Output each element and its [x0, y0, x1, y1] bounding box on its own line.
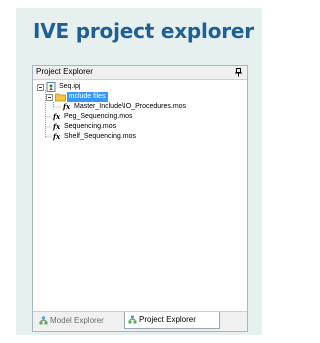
info-card: IVE project explorer Project Explorer Se…: [16, 8, 262, 335]
folder-label: include files: [67, 92, 108, 102]
tab-model-explorer[interactable]: Model Explorer: [36, 313, 121, 328]
folder-icon: [55, 93, 66, 102]
explorer-tab-bar: Model Explorer Project Explorer: [33, 311, 247, 331]
tree-row-root[interactable]: Seq.ipj: [33, 82, 233, 92]
project-explorer-icon: [128, 315, 137, 324]
model-explorer-icon: [39, 316, 48, 325]
tab-project-explorer[interactable]: Project Explorer: [124, 312, 220, 329]
tree-row-file[interactable]: fx Sequencing.mos: [33, 122, 233, 132]
card-title: IVE project explorer: [33, 19, 254, 43]
tab-project-explorer-label: Project Explorer: [139, 315, 196, 324]
fx-icon: fx: [53, 132, 61, 141]
project-explorer-panel: Project Explorer Seq.ipj include files f…: [32, 65, 248, 332]
include-file-label: Master_Include\IO_Procedures.mos: [74, 103, 187, 110]
project-root-label: Seq.ipj: [59, 83, 81, 90]
file-label: Peg_Sequencing.mos: [64, 113, 133, 120]
tab-model-explorer-label: Model Explorer: [50, 316, 104, 325]
file-label: Shelf_Sequencing.mos: [64, 133, 136, 140]
project-icon: [46, 82, 56, 92]
panel-title: Project Explorer: [36, 67, 93, 76]
file-label: Sequencing.mos: [64, 123, 117, 130]
tree-row-file[interactable]: fx Peg_Sequencing.mos: [33, 112, 233, 122]
collapse-icon[interactable]: [46, 94, 53, 101]
pin-icon[interactable]: [234, 68, 243, 77]
fx-icon: fx: [53, 122, 61, 131]
collapse-icon[interactable]: [37, 84, 44, 91]
tree-row-file[interactable]: fx Shelf_Sequencing.mos: [33, 132, 233, 142]
tree-row-include-file[interactable]: fx Master_Include\IO_Procedures.mos: [33, 102, 243, 112]
panel-header: Project Explorer: [33, 66, 247, 80]
fx-icon: fx: [53, 112, 61, 121]
fx-icon: fx: [63, 102, 71, 111]
project-tree: Seq.ipj include files fx Master_Include\…: [33, 80, 247, 311]
tree-row-folder[interactable]: include files: [33, 92, 233, 102]
